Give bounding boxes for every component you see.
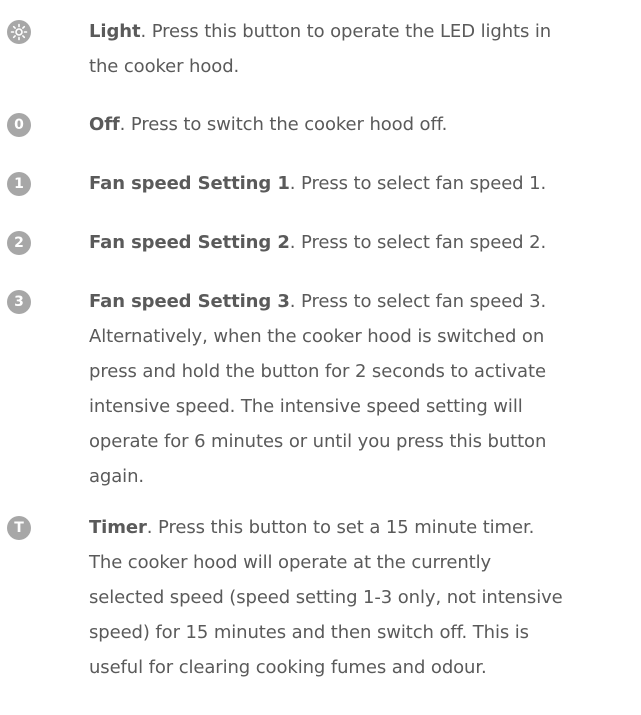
description-line: operate for 6 minutes or until you press…: [89, 431, 547, 452]
item-text: Fan speed Setting 1. Press to select fan…: [89, 166, 641, 201]
item-text: Fan speed Setting 2. Press to select fan…: [89, 225, 641, 260]
description-line: useful for clearing cooking fumes and od…: [89, 657, 487, 678]
item-text: Light. Press this button to operate the …: [89, 14, 641, 84]
term: Timer: [89, 517, 147, 538]
description-line: . Press to select fan speed 3.: [289, 291, 547, 312]
description-line: The cooker hood will operate at the curr…: [89, 552, 492, 573]
description-line: again.: [89, 466, 145, 487]
speed-1-icon: 1: [7, 172, 31, 196]
description-line: . Press to select fan speed 1.: [289, 173, 547, 194]
description-line: Alternatively, when the cooker hood is s…: [89, 326, 545, 347]
speed-3-icon: 3: [7, 290, 31, 314]
timer-icon: T: [7, 516, 31, 540]
item-text: Timer. Press this button to set a 15 min…: [89, 510, 641, 685]
description-line: speed) for 15 minutes and then switch of…: [89, 622, 529, 643]
description-line: . Press this button to set a 15 minute t…: [146, 517, 535, 538]
speed-2-icon: 2: [7, 231, 31, 255]
description-line: selected speed (speed setting 1-3 only, …: [89, 587, 563, 608]
term: Fan speed Setting 1: [89, 173, 290, 194]
off-icon: 0: [7, 113, 31, 137]
item-text: Fan speed Setting 3. Press to select fan…: [89, 284, 641, 494]
description-line: the cooker hood.: [89, 56, 240, 77]
term: Off: [89, 114, 120, 135]
description-line: intensive speed. The intensive speed set…: [89, 396, 523, 417]
light-icon: [7, 20, 31, 44]
term: Fan speed Setting 2: [89, 232, 290, 253]
item-text: Off. Press to switch the cooker hood off…: [89, 107, 641, 142]
term: Light: [89, 21, 141, 42]
description-line: press and hold the button for 2 seconds …: [89, 361, 546, 382]
description-line: . Press this button to operate the LED l…: [140, 21, 552, 42]
description-line: . Press to switch the cooker hood off.: [119, 114, 448, 135]
term: Fan speed Setting 3: [89, 291, 290, 312]
description-line: . Press to select fan speed 2.: [289, 232, 547, 253]
